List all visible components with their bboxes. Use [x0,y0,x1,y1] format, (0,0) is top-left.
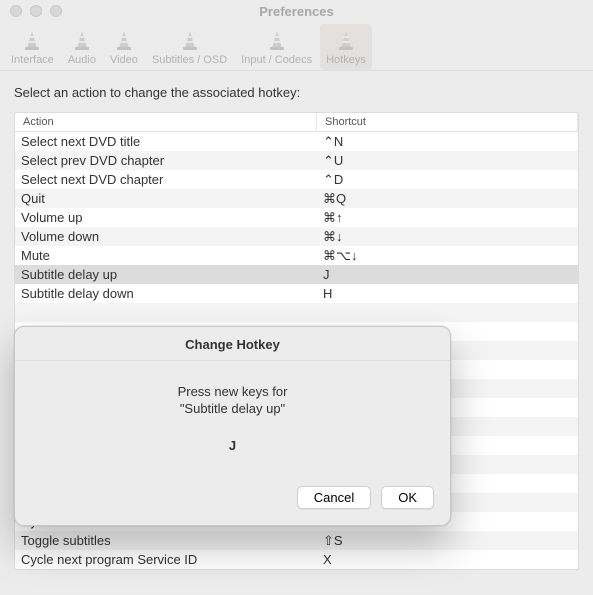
cell-action: Select next DVD chapter [15,172,317,187]
cone-icon [176,28,204,52]
table-row[interactable]: Toggle subtitles⇧S [15,531,578,550]
table-row[interactable]: Volume down⌘↓ [15,227,578,246]
table-row[interactable]: Select prev DVD chapter⌃U [15,151,578,170]
change-hotkey-dialog: Change Hotkey Press new keys for "Subtit… [14,326,451,526]
cell-action: Subtitle delay down [15,286,317,301]
ok-button[interactable]: OK [381,486,434,509]
dialog-title: Change Hotkey [15,327,450,361]
zoom-window-button[interactable] [50,5,62,17]
cell-shortcut: ⌘↑ [317,210,578,226]
cell-shortcut: X [317,552,578,567]
column-header-shortcut[interactable]: Shortcut [317,113,578,131]
column-header-action[interactable]: Action [15,113,317,131]
instruction-text: Select an action to change the associate… [14,85,579,100]
dialog-buttons: Cancel OK [15,486,450,525]
tab-input-codecs[interactable]: Input / Codecs [235,24,318,70]
table-row[interactable]: Select next DVD chapter⌃D [15,170,578,189]
dialog-message-line2: "Subtitle delay up" [180,401,285,416]
cell-action: Cycle next program Service ID [15,552,317,567]
cell-action: Volume up [15,210,317,225]
minimize-window-button[interactable] [30,5,42,17]
tab-label: Hotkeys [326,54,366,66]
cone-icon [332,28,360,52]
table-row[interactable] [15,303,578,322]
cell-shortcut: J [317,267,578,282]
table-row[interactable]: Select next DVD title⌃N [15,132,578,151]
dialog-message-line1: Press new keys for [178,384,288,399]
table-row[interactable]: Subtitle delay downH [15,284,578,303]
tab-hotkeys[interactable]: Hotkeys [320,24,372,70]
table-row[interactable]: Cycle next program Service IDX [15,550,578,569]
cancel-button[interactable]: Cancel [297,486,371,509]
cell-shortcut: H [317,286,578,301]
cell-action: Quit [15,191,317,206]
captured-key: J [229,438,236,453]
dialog-body: Press new keys for "Subtitle delay up" J [15,361,450,486]
cell-shortcut: ⌃U [317,153,578,169]
cell-action: Mute [15,248,317,263]
cell-shortcut: ⌘⌥↓ [317,248,578,264]
table-row[interactable]: Subtitle delay upJ [15,265,578,284]
cone-icon [263,28,291,52]
cell-shortcut: ⌘Q [317,191,578,207]
window-title: Preferences [0,4,593,19]
tab-label: Input / Codecs [241,54,312,66]
cell-action: Subtitle delay up [15,267,317,282]
table-header: Action Shortcut [15,113,578,132]
tab-label: Interface [11,54,54,66]
preferences-toolbar: Interface Audio Video Subtitles / OSD In… [0,22,593,71]
cell-shortcut: ⌃N [317,134,578,150]
cell-shortcut: ⌃D [317,172,578,188]
titlebar: Preferences [0,0,593,22]
close-window-button[interactable] [10,5,22,17]
cell-action: Volume down [15,229,317,244]
cell-shortcut: ⌘↓ [317,229,578,245]
tab-audio[interactable]: Audio [62,24,102,70]
tab-label: Subtitles / OSD [152,54,227,66]
cell-action: Select prev DVD chapter [15,153,317,168]
traffic-lights [10,5,62,17]
cell-shortcut: ⇧S [317,533,578,549]
tab-subtitles-osd[interactable]: Subtitles / OSD [146,24,233,70]
dialog-message: Press new keys for "Subtitle delay up" [178,384,288,418]
cone-icon [110,28,138,52]
cell-action: Toggle subtitles [15,533,317,548]
table-row[interactable]: Quit⌘Q [15,189,578,208]
preferences-window: Preferences Interface Audio Video Subtit… [0,0,593,595]
tab-label: Audio [68,54,96,66]
table-row[interactable]: Volume up⌘↑ [15,208,578,227]
cell-action: Select next DVD title [15,134,317,149]
table-row[interactable]: Mute⌘⌥↓ [15,246,578,265]
tab-label: Video [110,54,138,66]
cone-icon [18,28,46,52]
tab-interface[interactable]: Interface [5,24,60,70]
cone-icon [68,28,96,52]
tab-video[interactable]: Video [104,24,144,70]
